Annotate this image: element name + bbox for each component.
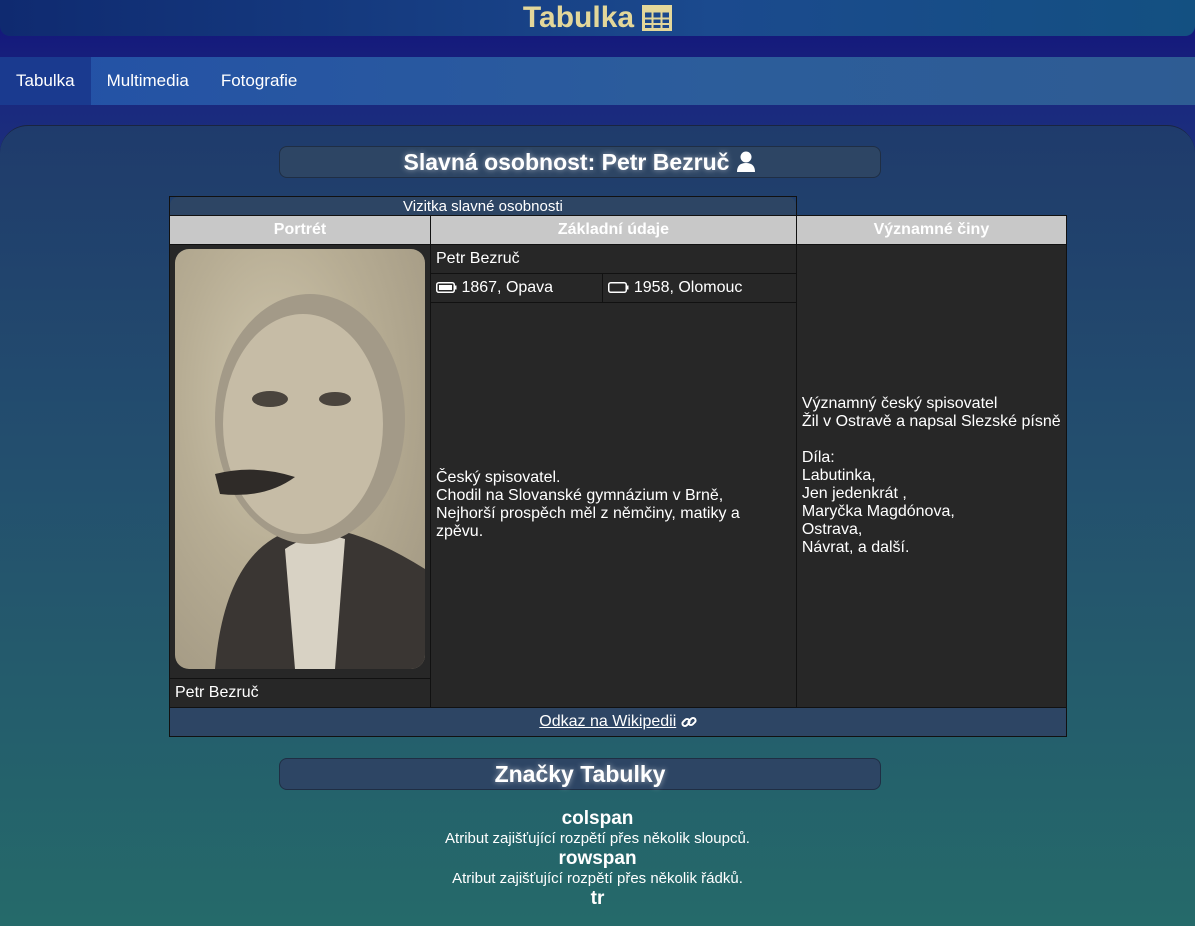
main-nav: Tabulka Multimedia Fotografie xyxy=(0,57,1195,105)
header-basic: Základní údaje xyxy=(430,215,797,245)
header-portrait: Portrét xyxy=(169,215,431,245)
tags-heading: Značky Tabulky xyxy=(279,758,881,790)
site-title-text: Tabulka xyxy=(522,1,635,34)
bio-line: Nejhorší prospěch měl z němčiny, matiky … xyxy=(436,505,740,540)
portrait-cell xyxy=(169,244,431,679)
tag-name: tr xyxy=(590,888,605,909)
deeds-line: Návrat, a další. xyxy=(801,539,910,556)
bio-cell: Český spisovatel. Chodil na Slovanské gy… xyxy=(430,302,797,708)
tag-name: rowspan xyxy=(558,848,637,869)
portrait-caption: Petr Bezruč xyxy=(169,678,431,708)
site-header: Tabulka xyxy=(0,0,1195,36)
deeds-line: Maryčka Magdónova, xyxy=(801,503,955,520)
died-text: 1958, Olomouc xyxy=(633,279,743,296)
deeds-line: Díla: xyxy=(801,449,835,466)
deeds-line: Významný český spisovatel xyxy=(801,395,998,412)
person-heading-text: Slavná osobnost: Petr Bezruč xyxy=(403,148,730,175)
wiki-link-cell: Odkaz na Wikipedii xyxy=(169,707,1067,737)
tags-heading-text: Značky Tabulky xyxy=(494,760,666,787)
person-card-table: Vizitka slavné osobnosti Portrét Základn… xyxy=(169,196,1068,737)
deeds-line: Jen jedenkrát , xyxy=(801,485,907,502)
table-icon xyxy=(642,5,673,31)
nav-item-tabulka[interactable]: Tabulka xyxy=(0,57,91,105)
deeds-line: Labutinka, xyxy=(801,467,876,484)
deeds-line-empty xyxy=(802,431,1061,449)
deeds-cell: Významný český spisovatel Žil v Ostravě … xyxy=(795,244,1068,708)
tag-desc: Atribut zajišťující rozpětí přes několik… xyxy=(445,830,750,847)
died-cell: 1958, Olomouc xyxy=(602,273,797,303)
bio-line: Český spisovatel. xyxy=(436,469,561,486)
tag-desc: Atribut zajišťující rozpětí přes několik… xyxy=(452,870,743,887)
name-cell: Petr Bezruč xyxy=(430,244,797,274)
tag-name: colspan xyxy=(561,808,634,829)
wiki-link-text: Odkaz na Wikipedii xyxy=(539,713,677,730)
wiki-link[interactable]: Odkaz na Wikipedii xyxy=(539,713,676,730)
header-deeds: Významné činy xyxy=(795,215,1068,245)
bio-line: Chodil na Slovanské gymnázium v Brně, xyxy=(436,487,724,504)
nav-item-fotografie[interactable]: Fotografie xyxy=(205,57,314,105)
nav-item-multimedia[interactable]: Multimedia xyxy=(91,57,205,105)
deeds-line: Ostrava, xyxy=(801,521,863,538)
person-heading: Slavná osobnost: Petr Bezruč xyxy=(279,146,881,178)
born-cell: 1867, Opava xyxy=(429,273,604,303)
born-text: 1867, Opava xyxy=(461,279,554,296)
portrait-photo xyxy=(175,249,425,669)
battery-full-icon xyxy=(436,282,457,294)
tags-list: colspan Atribut zajišťující rozpětí přes… xyxy=(0,808,1195,910)
user-icon xyxy=(737,151,756,172)
deeds-line: Žil v Ostravě a napsal Slezské písně xyxy=(801,413,1061,430)
site-title: Tabulka xyxy=(522,1,673,35)
battery-empty-icon xyxy=(608,282,629,294)
table-caption: Vizitka slavné osobnosti xyxy=(169,196,797,216)
portrait-illustration xyxy=(215,294,425,669)
link-icon xyxy=(681,716,697,727)
